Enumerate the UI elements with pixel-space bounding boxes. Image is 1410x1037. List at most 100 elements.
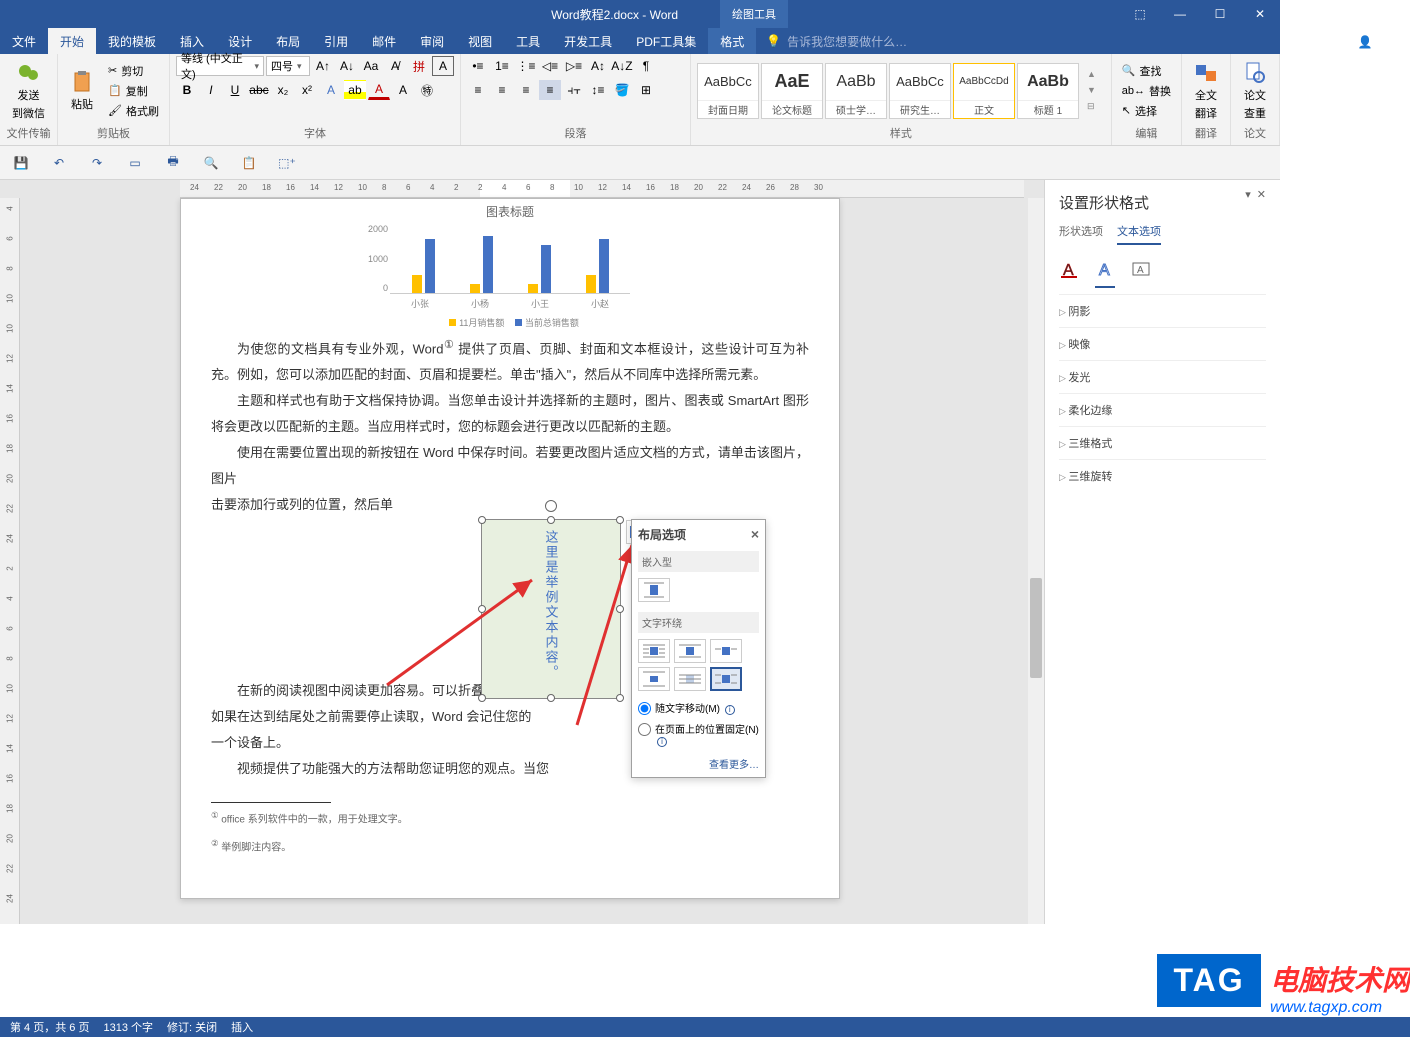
send-to-wechat-button[interactable]: 发送 到微信 [6, 57, 51, 125]
section-soft-edges[interactable]: 柔化边缘 [1059, 393, 1266, 426]
tab-layout[interactable]: 布局 [264, 28, 312, 54]
tab-templates[interactable]: 我的模板 [96, 28, 168, 54]
resize-handle-sw[interactable] [478, 694, 486, 702]
paste-button[interactable]: 粘贴 [64, 66, 100, 116]
multilevel-list-button[interactable]: ⋮≡ [515, 56, 537, 76]
resize-handle-s[interactable] [547, 694, 555, 702]
select-button[interactable]: ↖选择 [1118, 102, 1175, 120]
new-doc-button[interactable]: ▭ [124, 152, 146, 174]
text-effects-button[interactable]: A [320, 80, 342, 100]
see-more-link[interactable]: 查看更多… [638, 750, 759, 771]
section-reflection[interactable]: 映像 [1059, 327, 1266, 360]
section-3d-rotation[interactable]: 三维旋转 [1059, 459, 1266, 492]
numbering-button[interactable]: 1≡ [491, 56, 513, 76]
bullets-button[interactable]: •≡ [467, 56, 489, 76]
increase-font-button[interactable]: A↑ [312, 56, 334, 76]
scroll-thumb[interactable] [1030, 578, 1042, 678]
shading-button[interactable]: 🪣 [611, 80, 633, 100]
line-spacing-button[interactable]: ↕≡ [587, 80, 609, 100]
tab-home[interactable]: 开始 [48, 28, 96, 54]
sort-button[interactable]: A↓Z [611, 56, 633, 76]
tab-review[interactable]: 审阅 [408, 28, 456, 54]
align-left-button[interactable]: ≡ [467, 80, 489, 100]
tab-references[interactable]: 引用 [312, 28, 360, 54]
resize-handle-w[interactable] [478, 605, 486, 613]
style-graduate[interactable]: AaBbCc研究生… [889, 63, 951, 119]
style-normal[interactable]: AaBbCcDd正文 [953, 63, 1015, 119]
style-heading1[interactable]: AaBb标题 1 [1017, 63, 1079, 119]
format-painter-button[interactable]: 🖌格式刷 [104, 102, 163, 120]
text-box-shape[interactable]: 这里是举例文本内容。 [481, 519, 621, 699]
font-family-combo[interactable]: 等线 (中文正文) [176, 56, 264, 76]
textbox-content[interactable]: 这里是举例文本内容。 [542, 530, 561, 690]
find-button[interactable]: 🔍查找 [1118, 62, 1175, 80]
section-shadow[interactable]: 阴影 [1059, 294, 1266, 327]
wrap-top-bottom[interactable] [638, 667, 670, 691]
style-thesis-title[interactable]: AaE论文标题 [761, 63, 823, 119]
horizontal-ruler[interactable]: 2422201816141210864224681012141618202224… [180, 180, 1024, 198]
tab-format[interactable]: 格式 [708, 28, 756, 54]
style-expand[interactable]: ⊟ [1087, 101, 1096, 112]
style-scroll-up[interactable]: ▲ [1087, 69, 1096, 79]
radio-move-with-text[interactable]: 随文字移动(M) i [638, 697, 759, 718]
text-fill-outline-tool[interactable]: A [1059, 259, 1079, 282]
wrap-inline[interactable] [638, 578, 670, 602]
change-case-button[interactable]: Aa [360, 56, 382, 76]
underline-button[interactable]: U [224, 80, 246, 100]
tell-me-search[interactable]: 💡 告诉我您想要做什么… [756, 33, 907, 50]
align-right-button[interactable]: ≡ [515, 80, 537, 100]
decrease-indent-button[interactable]: ◁≡ [539, 56, 561, 76]
style-gallery[interactable]: AaBbCc封面日期 AaE论文标题 AaBb硕士学… AaBbCc研究生… A… [697, 63, 1079, 119]
close-button[interactable]: ✕ [1240, 0, 1280, 28]
tab-view[interactable]: 视图 [456, 28, 504, 54]
font-color-button[interactable]: A [368, 80, 390, 100]
character-border-button[interactable]: A [432, 56, 454, 76]
wrap-square[interactable] [638, 639, 670, 663]
maximize-button[interactable]: ☐ [1200, 0, 1240, 28]
resize-handle-n[interactable] [547, 516, 555, 524]
subscript-button[interactable]: x₂ [272, 80, 294, 100]
resize-handle-ne[interactable] [616, 516, 624, 524]
redo-button[interactable]: ↷ [86, 152, 108, 174]
share-button[interactable]: 👤 共享 [1358, 33, 1400, 50]
section-glow[interactable]: 发光 [1059, 360, 1266, 393]
vertical-scrollbar[interactable] [1028, 198, 1044, 924]
panel-dropdown-icon[interactable]: ▾ [1245, 188, 1251, 201]
superscript-button[interactable]: x² [296, 80, 318, 100]
minimize-button[interactable]: — [1160, 0, 1200, 28]
text-effects-tool[interactable]: A [1095, 259, 1115, 282]
clear-formatting-button[interactable]: A̸ [384, 56, 406, 76]
font-size-combo[interactable]: 四号 [266, 56, 310, 76]
translate-button[interactable]: 全文 翻译 [1188, 57, 1224, 125]
character-shading-button[interactable]: A [392, 80, 414, 100]
panel-tab-shape[interactable]: 形状选项 [1059, 223, 1103, 245]
decrease-font-button[interactable]: A↓ [336, 56, 358, 76]
panel-tab-text[interactable]: 文本选项 [1117, 223, 1161, 245]
vertical-ruler[interactable]: 4681010121416182022242468101214161820222… [0, 198, 20, 924]
wrap-in-front[interactable] [710, 667, 742, 691]
phonetic-guide-button[interactable]: 拼 [408, 56, 430, 76]
style-scroll-down[interactable]: ▼ [1087, 85, 1096, 95]
radio-fix-position[interactable]: 在页面上的位置固定(N) i [638, 718, 759, 750]
undo-button[interactable]: ↶ [48, 152, 70, 174]
popup-close-button[interactable]: × [751, 526, 759, 543]
embedded-chart[interactable]: 图表标题 2000 1000 0 小张小杨小王小赵 11月销售额 当前总销售额 [390, 199, 630, 335]
show-hide-button[interactable]: ¶ [635, 56, 657, 76]
ribbon-display-options[interactable]: ⬚ [1120, 0, 1160, 28]
section-3d-format[interactable]: 三维格式 [1059, 426, 1266, 459]
login-link[interactable]: 登录 [1328, 33, 1352, 50]
cut-button[interactable]: ✂剪切 [104, 62, 163, 80]
wrap-through[interactable] [710, 639, 742, 663]
italic-button[interactable]: I [200, 80, 222, 100]
wrap-tight[interactable] [674, 639, 706, 663]
wrap-behind[interactable] [674, 667, 706, 691]
borders-button[interactable]: ⊞ [635, 80, 657, 100]
replace-button[interactable]: ab↔替换 [1118, 82, 1175, 100]
resize-handle-nw[interactable] [478, 516, 486, 524]
bold-button[interactable]: B [176, 80, 198, 100]
tab-mailings[interactable]: 邮件 [360, 28, 408, 54]
copy-qat-button[interactable]: 📋 [238, 152, 260, 174]
increase-indent-button[interactable]: ▷≡ [563, 56, 585, 76]
distribute-button[interactable]: ⫞⫟ [563, 80, 585, 100]
style-cover-date[interactable]: AaBbCc封面日期 [697, 63, 759, 119]
